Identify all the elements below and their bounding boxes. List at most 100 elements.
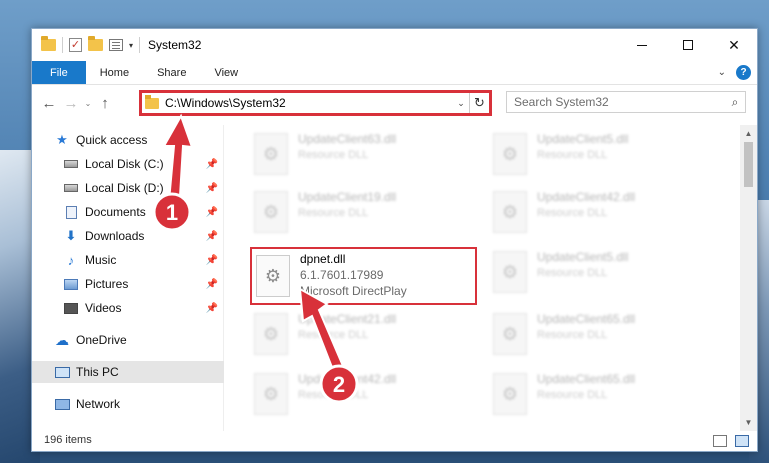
pin-icon[interactable]: 📌 — [206, 207, 218, 218]
vertical-scrollbar[interactable]: ▲ ▼ — [740, 125, 757, 431]
file-type: Resource DLL — [537, 329, 608, 341]
forward-arrow-icon[interactable]: → — [60, 95, 82, 112]
toolbar-separator — [139, 37, 141, 53]
dll-file-icon: ⚙ — [254, 191, 288, 233]
computer-icon — [54, 364, 70, 380]
sidebar-item-label: This PC — [76, 365, 119, 379]
pin-icon[interactable]: 📌 — [206, 231, 218, 242]
pin-icon[interactable]: 📌 — [206, 279, 218, 290]
sidebar-item-label: Pictures — [85, 277, 129, 291]
large-icons-view-icon[interactable] — [735, 435, 749, 447]
title-bar: ✓ ▾ System32 ✕ — [32, 29, 757, 61]
file-tile-dpnet-dll[interactable]: ⚙ dpnet.dll 6.1.7601.17989 Microsoft Dir… — [250, 247, 477, 305]
search-input[interactable] — [514, 95, 725, 109]
sidebar-item-music[interactable]: ♪ Music 📌 — [32, 249, 224, 271]
dll-file-icon: ⚙ — [254, 373, 288, 415]
help-icon[interactable]: ? — [736, 65, 751, 80]
details-view-icon[interactable] — [713, 435, 727, 447]
file-tile[interactable]: ⚙ UpdateClient21.dll Resource DLL — [228, 309, 448, 359]
dll-file-icon: ⚙ — [254, 133, 288, 175]
tab-share[interactable]: Share — [143, 61, 200, 84]
close-button[interactable]: ✕ — [711, 29, 757, 61]
file-name: dpnet.dll — [300, 252, 346, 266]
properties-icon[interactable] — [109, 39, 123, 51]
sidebar-item-network[interactable]: Network — [32, 393, 224, 415]
quick-access-toolbar: ✓ ▾ — [32, 36, 141, 53]
file-type: Resource DLL — [537, 207, 608, 219]
minimize-icon — [637, 44, 647, 46]
dll-file-icon: ⚙ — [493, 251, 527, 293]
file-tile[interactable]: ⚙ UpdateClient5.dll Resource DLL — [467, 247, 687, 297]
close-icon: ✕ — [728, 36, 740, 53]
address-folder-icon — [145, 94, 159, 109]
sidebar-item-documents[interactable]: Documents 📌 — [32, 201, 224, 223]
sidebar-item-label: Local Disk (D:) — [85, 181, 164, 195]
recent-locations-chevron-icon[interactable]: ⌄ — [82, 99, 94, 108]
file-tile[interactable]: ⚙ UpdateClient42.dll Resource DLL — [228, 369, 448, 419]
file-description: Microsoft DirectPlay — [300, 284, 407, 298]
maximize-icon — [683, 40, 693, 50]
pin-icon[interactable]: 📌 — [206, 303, 218, 314]
customize-toolbar-chevron-icon[interactable]: ▾ — [129, 41, 133, 50]
pin-icon[interactable]: 📌 — [206, 183, 218, 194]
address-bar[interactable]: C:\Windows\System32 ⌄ ↻ — [139, 90, 492, 116]
scroll-up-arrow-icon[interactable]: ▲ — [740, 125, 757, 142]
file-type: Resource DLL — [537, 149, 608, 161]
file-tile[interactable]: ⚙ UpdateClient65.dll Resource DLL — [467, 309, 687, 359]
music-icon: ♪ — [67, 252, 75, 268]
drive-icon — [63, 180, 79, 196]
file-name: UpdateClient65.dll — [537, 372, 636, 386]
sidebar-item-quick-access[interactable]: ★ Quick access — [32, 129, 224, 151]
folder-icon — [41, 36, 56, 51]
pin-icon[interactable]: 📌 — [206, 255, 218, 266]
ribbon-tabs: File Home Share View ⌄ ? — [32, 61, 757, 85]
file-explorer-window: ✓ ▾ System32 ✕ File Home Share View ⌄ ? … — [31, 28, 758, 452]
file-tile[interactable]: ⚙ UpdateClient19.dll Resource DLL — [228, 187, 448, 237]
sidebar-item-this-pc[interactable]: This PC — [32, 361, 224, 383]
item-count: 196 items — [44, 434, 92, 446]
download-icon: ⬇ — [65, 228, 77, 243]
sidebar-item-pictures[interactable]: Pictures 📌 — [32, 273, 224, 295]
search-icon[interactable]: ⌕ — [725, 95, 745, 110]
dll-file-icon: ⚙ — [254, 313, 288, 355]
file-tile[interactable]: ⚙ UpdateClient65.dll Resource DLL — [467, 369, 687, 419]
dll-file-icon: ⚙ — [493, 133, 527, 175]
expand-ribbon-chevron-icon[interactable]: ⌄ — [718, 67, 726, 78]
properties-check-icon[interactable]: ✓ — [69, 38, 82, 52]
file-tile[interactable]: ⚙ UpdateClient5.dll Resource DLL — [467, 129, 687, 179]
tab-home[interactable]: Home — [86, 61, 143, 84]
up-arrow-icon[interactable]: ↑ — [94, 95, 116, 112]
sidebar-item-onedrive[interactable]: ☁ OneDrive — [32, 329, 224, 351]
sidebar-item-label: Documents — [85, 205, 146, 219]
tab-file[interactable]: File — [32, 61, 86, 84]
address-history-chevron-icon[interactable]: ⌄ — [453, 98, 469, 109]
search-box[interactable]: ⌕ — [506, 91, 746, 113]
file-type: Resource DLL — [298, 329, 369, 341]
file-name: UpdateClient42.dll — [298, 372, 397, 386]
file-type: Resource DLL — [298, 207, 369, 219]
dll-file-icon: ⚙ — [256, 255, 290, 297]
dll-file-icon: ⚙ — [493, 373, 527, 415]
sidebar-item-downloads[interactable]: ⬇ Downloads 📌 — [32, 225, 224, 247]
new-folder-icon[interactable] — [88, 36, 103, 51]
file-tile[interactable]: ⚙ UpdateClient42.dll Resource DLL — [467, 187, 687, 237]
sidebar-item-label: Downloads — [85, 229, 145, 243]
file-name: UpdateClient21.dll — [298, 312, 397, 326]
sidebar-item-local-disk-c[interactable]: Local Disk (C:) 📌 — [32, 153, 224, 175]
minimize-button[interactable] — [619, 29, 665, 61]
sidebar-item-videos[interactable]: Videos 📌 — [32, 297, 224, 319]
sidebar-item-local-disk-d[interactable]: Local Disk (D:) 📌 — [32, 177, 224, 199]
status-bar: 196 items — [32, 429, 757, 451]
back-arrow-icon[interactable]: ← — [38, 95, 60, 112]
dll-file-icon: ⚙ — [493, 313, 527, 355]
address-path[interactable]: C:\Windows\System32 — [165, 96, 453, 110]
refresh-icon[interactable]: ↻ — [469, 93, 489, 113]
tab-view[interactable]: View — [200, 61, 252, 84]
sidebar-item-label: OneDrive — [76, 333, 127, 347]
file-type: Resource DLL — [298, 149, 369, 161]
scrollbar-thumb[interactable] — [744, 142, 753, 187]
maximize-button[interactable] — [665, 29, 711, 61]
pin-icon[interactable]: 📌 — [206, 159, 218, 170]
file-tile[interactable]: ⚙ UpdateClient63.dll Resource DLL — [228, 129, 448, 179]
toolbar-separator — [62, 37, 63, 53]
